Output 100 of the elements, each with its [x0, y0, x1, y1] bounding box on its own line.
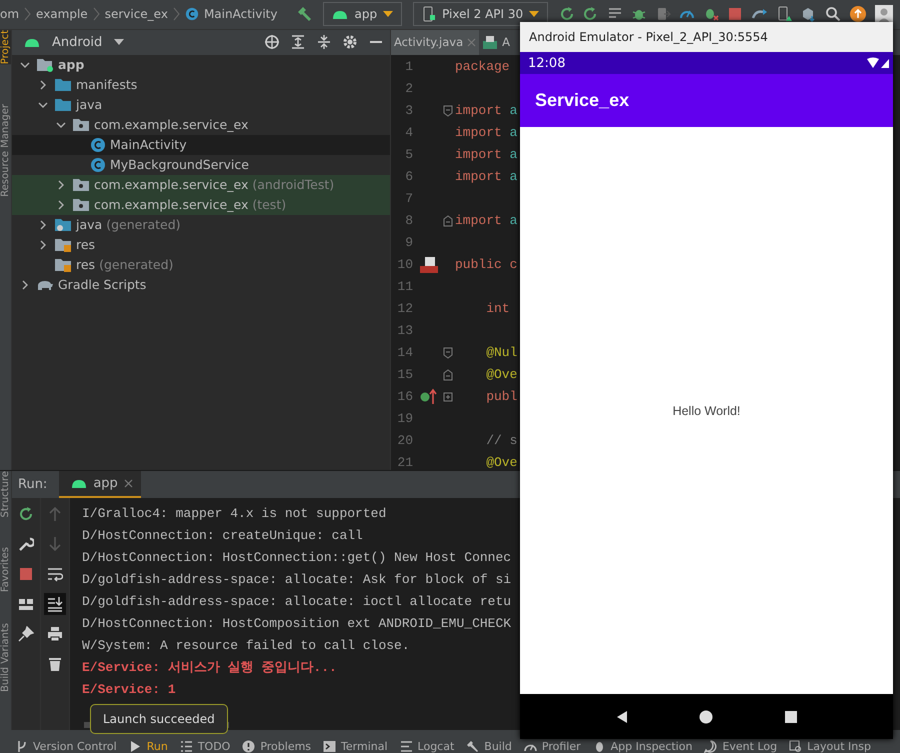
fold-marker-icon[interactable] — [443, 368, 453, 381]
code-line: import a — [455, 103, 518, 118]
tree-item[interactable]: java (generated) — [12, 214, 390, 235]
hammer-icon[interactable] — [296, 6, 312, 22]
android-icon — [24, 36, 40, 48]
log-line: I/Gralloc4: mapper 4.x is not supported — [82, 504, 388, 523]
pin-icon[interactable] — [18, 626, 34, 642]
tool-window-button[interactable]: Problems — [237, 740, 316, 753]
file-icon — [482, 35, 498, 50]
tool-window-button[interactable]: Profiler — [518, 740, 586, 753]
tree-item[interactable]: MainActivity — [12, 134, 390, 155]
tree-item[interactable]: manifests — [12, 74, 390, 95]
tree-item[interactable]: java — [12, 94, 390, 115]
override-icon[interactable] — [419, 388, 439, 406]
log-line: D/HostConnection: createUnique: call — [82, 526, 364, 545]
caret-icon — [383, 11, 394, 18]
tool-window-button[interactable]: TODO — [174, 740, 236, 753]
code-line: import a — [455, 125, 518, 140]
tool-window-button[interactable]: Layout Insp — [784, 740, 876, 753]
branch-icon — [15, 740, 28, 753]
rerun-icon[interactable] — [559, 6, 576, 22]
chevron-down-icon[interactable] — [38, 100, 48, 110]
update-icon[interactable] — [849, 5, 868, 24]
expand-fold-icon[interactable] — [443, 392, 453, 402]
tree-item[interactable]: res — [12, 234, 390, 255]
tool-window-tab[interactable]: Project — [0, 30, 11, 64]
fold-marker-icon[interactable] — [443, 346, 453, 359]
gear-folder-icon — [54, 218, 72, 232]
chevron-right-icon[interactable] — [38, 240, 48, 250]
device-dropdown[interactable]: Pixel 2 API 30 — [413, 2, 548, 26]
tree-item[interactable]: Gradle Scripts — [12, 274, 390, 295]
log-line: D/goldfish-address-space: allocate: Ask for block of si — [82, 570, 512, 589]
chevron-right-icon[interactable] — [20, 280, 30, 290]
log-line: D/goldfish-address-space: allocate: ioctl allocate retu — [82, 592, 512, 611]
line-number: 14 — [396, 345, 413, 360]
line-number: 7 — [404, 191, 413, 206]
home-icon[interactable] — [699, 710, 714, 724]
run-tab[interactable]: app — [59, 470, 141, 498]
class-icon — [90, 156, 106, 173]
editor-tab[interactable]: Activity.java — [391, 30, 480, 55]
tool-window-button[interactable]: Terminal — [318, 740, 393, 753]
chevron-right-icon[interactable] — [38, 220, 48, 230]
breadcrumb[interactable]: service_ex — [104, 7, 168, 22]
search-icon[interactable] — [825, 6, 842, 22]
box-icon[interactable] — [801, 6, 818, 22]
recents-icon[interactable] — [784, 710, 798, 724]
back-icon[interactable] — [615, 710, 630, 724]
breadcrumb[interactable]: example — [36, 7, 88, 22]
chevron-right-icon[interactable] — [56, 200, 66, 210]
stop-icon[interactable] — [727, 6, 744, 22]
soft-wrap-icon[interactable] — [47, 566, 63, 582]
close-icon[interactable] — [124, 478, 133, 488]
tool-window-button[interactable]: Build — [461, 740, 517, 753]
trash-icon[interactable] — [47, 656, 63, 672]
tree-item[interactable]: com.example.service_ex (androidTest) — [12, 174, 390, 195]
tree-item[interactable]: com.example.service_ex (test) — [12, 194, 390, 215]
chevron-down-icon[interactable] — [56, 120, 66, 130]
chevron-right-icon[interactable] — [38, 80, 48, 90]
chevron-right-icon[interactable] — [56, 180, 66, 190]
layout-file-icon[interactable] — [419, 256, 439, 274]
breadcrumb[interactable]: MainActivity — [204, 7, 278, 22]
tool-window-tab[interactable]: Favorites — [0, 547, 11, 593]
tool-window-button[interactable]: Version Control — [10, 740, 122, 753]
avatar-icon[interactable] — [875, 5, 894, 24]
attach-icon[interactable] — [655, 6, 672, 22]
tree-item[interactable]: com.example.service_ex — [12, 114, 390, 135]
breadcrumb[interactable]: om — [0, 7, 20, 22]
device-manager-icon[interactable] — [777, 6, 794, 22]
code-line: @Ove — [485, 367, 518, 382]
tool-window-tab[interactable]: Structure — [0, 470, 11, 518]
project-view-dropdown[interactable]: Android — [46, 34, 130, 51]
scroll-to-end-icon[interactable] — [44, 592, 66, 615]
line-number: 2 — [404, 81, 413, 96]
tree-item[interactable]: MyBackgroundService — [12, 154, 390, 175]
chevron-down-icon[interactable] — [20, 60, 30, 70]
editor-tab[interactable]: A — [479, 30, 513, 55]
tree-item[interactable]: res (generated) — [12, 254, 390, 275]
tool-window-tab[interactable]: Build Variants — [0, 622, 11, 692]
print-icon[interactable] — [47, 626, 63, 642]
list-icon — [180, 740, 193, 753]
wrench-icon[interactable] — [18, 536, 34, 552]
app-title: Service_ex — [535, 90, 630, 111]
collapse-all-icon[interactable] — [316, 34, 332, 50]
settings-icon[interactable] — [342, 34, 358, 50]
fold-marker-icon[interactable] — [443, 104, 453, 117]
code-line: @Ove — [485, 455, 518, 470]
tool-window-button[interactable]: App Inspection — [588, 740, 698, 753]
tool-window-tab[interactable]: Resource Manager — [0, 104, 11, 197]
expand-all-icon[interactable] — [290, 34, 306, 50]
class-icon — [184, 7, 199, 22]
tool-window-button[interactable]: Event Log — [699, 740, 782, 753]
tool-window-button[interactable]: Logcat — [394, 740, 460, 753]
tool-window-button[interactable]: Run — [124, 740, 173, 753]
fold-marker-icon[interactable] — [443, 214, 453, 227]
class-icon — [90, 136, 106, 153]
tree-item[interactable]: app — [12, 54, 390, 75]
line-number: 11 — [396, 279, 413, 294]
tooltip: Launch succeeded — [90, 704, 228, 734]
run-configuration-dropdown[interactable]: app — [323, 2, 402, 26]
target-icon[interactable] — [264, 34, 280, 50]
